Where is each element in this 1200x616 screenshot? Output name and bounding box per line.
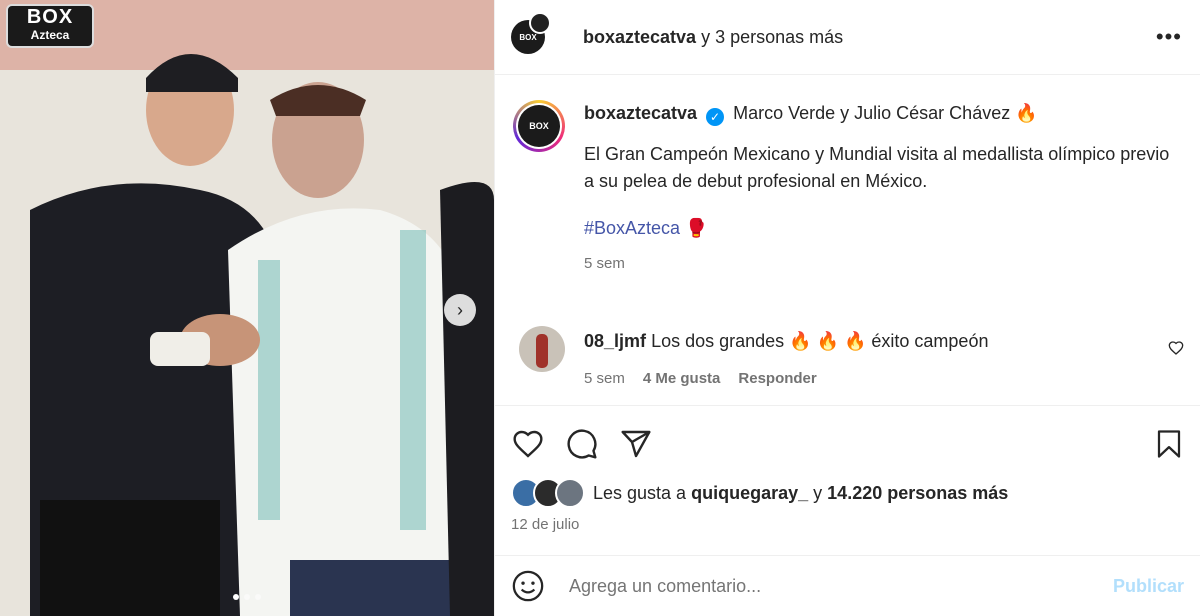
post-actions: Les gusta a quiquegaray_ y 14.220 person… xyxy=(495,405,1200,533)
post-header: BOX boxaztecatva y 3 personas más ••• xyxy=(495,0,1200,75)
add-comment-bar: Publicar xyxy=(495,555,1200,616)
likes-conjunction: y xyxy=(813,482,823,503)
liker-avatars[interactable] xyxy=(511,478,585,508)
comment-input[interactable] xyxy=(567,574,1113,598)
caption-title: Marco Verde y Julio César Chávez xyxy=(733,103,1011,123)
collaborators-text[interactable]: y 3 personas más xyxy=(701,27,843,47)
caption-paragraph: El Gran Campeón Mexicano y Mundial visit… xyxy=(584,144,1170,191)
hashtag-link[interactable]: #BoxAzteca xyxy=(584,218,680,238)
carousel-dot xyxy=(233,594,239,600)
comment-likes[interactable]: 4 Me gusta xyxy=(643,364,721,394)
author-avatar[interactable]: BOX xyxy=(511,12,551,54)
comment-like-icon[interactable] xyxy=(1168,340,1184,361)
post-details-pane: BOX boxaztecatva y 3 personas más ••• BO… xyxy=(494,0,1200,616)
likes-summary: Les gusta a quiquegaray_ y 14.220 person… xyxy=(511,478,1184,508)
liker-avatar xyxy=(555,478,585,508)
bookmark-icon[interactable] xyxy=(1154,428,1184,460)
carousel-dots xyxy=(0,594,494,600)
likes-count[interactable]: 14.220 personas más xyxy=(827,483,1008,504)
carousel-dot xyxy=(244,594,250,600)
carousel-next-button[interactable]: › xyxy=(444,294,476,326)
liker-username[interactable]: quiquegaray_ xyxy=(691,483,808,504)
post-date[interactable]: 12 de julio xyxy=(511,516,1184,533)
caption-username[interactable]: boxaztecatva xyxy=(584,103,697,123)
commenter-avatar[interactable] xyxy=(519,326,565,372)
verified-badge-icon: ✓ xyxy=(706,108,725,126)
comment-bubble-icon[interactable] xyxy=(565,428,599,460)
chevron-right-icon: › xyxy=(457,299,463,320)
caption-time[interactable]: 5 sem xyxy=(584,250,1184,277)
post-authors: boxaztecatva y 3 personas más xyxy=(583,27,843,48)
post-comment-button[interactable]: Publicar xyxy=(1113,576,1184,597)
comment-time[interactable]: 5 sem xyxy=(584,364,625,394)
boxazteca-logo: BOX Azteca xyxy=(6,4,94,48)
likes-prefix: Les gusta a xyxy=(593,482,687,503)
commenter-username[interactable]: 08_ljmf xyxy=(584,331,646,351)
logo-text-top: BOX xyxy=(26,6,74,28)
carousel-dot xyxy=(255,594,261,600)
share-send-icon[interactable] xyxy=(619,428,653,460)
comment-item: 08_ljmf Los dos grandes 🔥 🔥 🔥 éxito camp… xyxy=(511,326,1184,394)
photo-illustration xyxy=(0,0,494,616)
story-ring[interactable]: BOX xyxy=(513,100,565,152)
more-options-icon[interactable]: ••• xyxy=(1156,24,1182,50)
logo-text-bottom: Azteca xyxy=(30,28,70,42)
boxing-glove-emoji: 🥊 xyxy=(685,218,708,238)
collaborator-avatar[interactable] xyxy=(529,12,551,34)
reply-button[interactable]: Responder xyxy=(738,364,816,394)
caption-avatar: BOX xyxy=(518,105,560,147)
comment-text: Los dos grandes 🔥 🔥 🔥 éxito campeón xyxy=(651,331,989,351)
post-caption: BOX boxaztecatva ✓ Marco Verde y Julio C… xyxy=(511,100,1184,277)
author-username[interactable]: boxaztecatva xyxy=(583,27,696,47)
like-heart-icon[interactable] xyxy=(511,428,545,460)
post-photo[interactable]: BOX Azteca › xyxy=(0,0,494,616)
fire-emoji: 🔥 xyxy=(1015,103,1038,123)
emoji-picker-icon[interactable] xyxy=(511,569,545,603)
